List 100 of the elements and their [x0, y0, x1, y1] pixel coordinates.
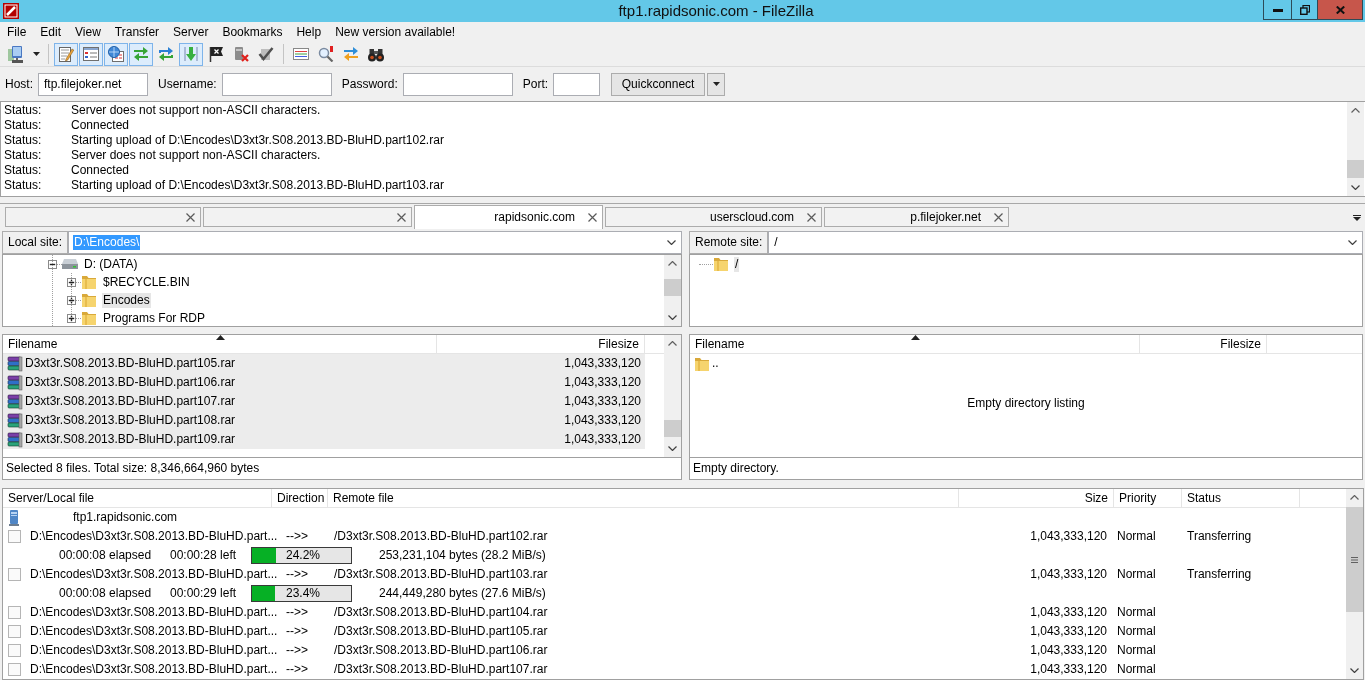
folder-icon [694, 355, 710, 372]
file-row[interactable]: D3xt3r.S08.2013.BD-BluHD.part108.rar 1,043,333,120 [3, 411, 645, 430]
site-tab[interactable]: rapidsonic.com [414, 205, 603, 229]
host-field[interactable]: ftp.filejoker.net [38, 72, 148, 96]
restore-button[interactable] [1291, 0, 1317, 20]
file-name: .. [712, 356, 719, 371]
scrollbar-thumb[interactable] [1346, 507, 1363, 612]
column-header[interactable]: Server/Local file [3, 489, 272, 507]
vertical-scrollbar[interactable] [664, 255, 681, 326]
port-field[interactable] [553, 72, 601, 96]
file-row[interactable]: D3xt3r.S08.2013.BD-BluHD.part105.rar 1,043,333,120 [3, 354, 645, 373]
file-name: D3xt3r.S08.2013.BD-BluHD.part106.rar [25, 375, 236, 390]
restore-icon [1299, 4, 1310, 15]
close-icon[interactable] [397, 212, 406, 222]
time-left: 00:00:29 left [170, 586, 238, 601]
notepad-pencil-icon [58, 46, 74, 62]
magnifier-icon [318, 46, 334, 62]
close-icon[interactable] [994, 212, 1003, 222]
scroll-up-icon[interactable] [1351, 108, 1360, 113]
close-icon[interactable] [807, 212, 816, 222]
local-status-text: Selected 8 files. Total size: 8,346,664,960 bytes [2, 458, 682, 480]
menu-item[interactable]: Help [289, 22, 329, 42]
password-field[interactable] [402, 72, 513, 96]
priority: Normal [1116, 624, 1157, 639]
scroll-up-icon[interactable] [668, 261, 677, 266]
scroll-down-icon[interactable] [668, 446, 677, 451]
sort-ascending-icon [215, 335, 225, 340]
quickconnect-dropdown-button[interactable] [707, 72, 726, 96]
file-row[interactable]: .. [690, 354, 1267, 373]
chevron-down-icon[interactable] [667, 240, 676, 245]
file-size: 1,043,333,120 [563, 394, 642, 409]
priority: Normal [1116, 529, 1157, 544]
column-header[interactable]: Filename [3, 335, 437, 353]
scrollbar-thumb[interactable] [1347, 160, 1364, 178]
tree-item[interactable]: $RECYCLE.BIN [102, 274, 191, 290]
menu-item[interactable]: File [0, 22, 34, 42]
remote-status-text: Empty directory. [689, 458, 1363, 480]
scroll-down-icon[interactable] [1350, 668, 1359, 673]
expand-box-icon[interactable] [67, 295, 76, 305]
drive-icon [62, 259, 78, 269]
username-field[interactable] [221, 72, 332, 96]
transfer-status: Transferring [1186, 567, 1253, 582]
file-size: 1,043,333,120 [1029, 662, 1108, 677]
scroll-down-icon[interactable] [668, 315, 677, 320]
file-size: 1,043,333,120 [1029, 605, 1108, 620]
port-label: Port: [522, 76, 549, 92]
column-header[interactable]: Filename [690, 335, 1140, 353]
remote-file-path: /D3xt3r.S08.2013.BD-BluHD.part102.rar [333, 529, 549, 544]
menu-item[interactable]: Edit [33, 22, 69, 42]
elapsed-time: 00:00:08 elapsed [59, 548, 153, 563]
chevron-down-icon[interactable] [1348, 240, 1357, 245]
remote-site-field[interactable]: / [768, 231, 1363, 254]
menu-item[interactable]: Transfer [107, 22, 167, 42]
column-header[interactable]: Priority [1114, 489, 1182, 507]
close-icon[interactable] [186, 212, 195, 222]
expand-box-icon[interactable] [67, 277, 76, 287]
file-row[interactable]: D3xt3r.S08.2013.BD-BluHD.part106.rar 1,043,333,120 [3, 373, 645, 392]
books-stack-icon [7, 355, 23, 372]
column-header[interactable]: Remote file [328, 489, 959, 507]
site-tab[interactable]: userscloud.com [605, 207, 822, 227]
tree-item[interactable]: Programs For RDP [102, 310, 207, 326]
menu-item[interactable]: View [68, 22, 108, 42]
file-row[interactable]: D3xt3r.S08.2013.BD-BluHD.part109.rar 1,043,333,120 [3, 430, 645, 449]
sync-arrows-icon [343, 46, 359, 62]
menu-item[interactable]: Server [166, 22, 216, 42]
column-header[interactable]: Filesize [1140, 335, 1267, 353]
expand-box-icon[interactable] [67, 313, 76, 323]
vertical-scrollbar[interactable] [1347, 102, 1364, 196]
vertical-scrollbar[interactable] [664, 335, 681, 457]
scroll-down-icon[interactable] [1351, 185, 1360, 190]
scrollbar-thumb[interactable] [664, 279, 681, 296]
remote-file-path: /D3xt3r.S08.2013.BD-BluHD.part103.rar [333, 567, 549, 582]
down-arrow-icon [183, 46, 199, 62]
elapsed-time: 00:00:08 elapsed [59, 586, 153, 601]
column-header[interactable]: Filesize [437, 335, 645, 353]
column-header[interactable]: Status [1182, 489, 1300, 507]
quickconnect-button[interactable]: Quickconnect [611, 72, 706, 96]
tree-item[interactable]: D: (DATA) [83, 256, 139, 272]
empty-listing-message: Empty directory listing [967, 395, 1085, 411]
tree-item[interactable]: / [734, 256, 740, 272]
close-button[interactable] [1317, 0, 1363, 20]
tree-item[interactable]: Encodes [102, 292, 151, 308]
tab-list-caret-icon[interactable] [1353, 215, 1361, 221]
column-header[interactable]: Size [959, 489, 1114, 507]
local-file-path: D:\Encodes\D3xt3r.S08.2013.BD-BluHD.part... [30, 567, 279, 582]
file-row[interactable]: D3xt3r.S08.2013.BD-BluHD.part107.rar 1,043,333,120 [3, 392, 645, 411]
close-icon[interactable] [588, 213, 597, 222]
scroll-up-icon[interactable] [668, 341, 677, 346]
scroll-up-icon[interactable] [1350, 495, 1359, 500]
scrollbar-thumb[interactable] [664, 420, 681, 437]
vertical-scrollbar[interactable] [1346, 489, 1363, 679]
filter-list-icon [293, 46, 309, 62]
column-header[interactable]: Direction [272, 489, 328, 507]
site-tab[interactable]: p.filejoker.net [824, 207, 1009, 227]
log-label: Status: [4, 133, 43, 148]
collapse-box-icon[interactable] [48, 259, 57, 269]
menu-item[interactable]: New version available! [328, 22, 463, 42]
minimize-button[interactable] [1263, 0, 1291, 20]
local-file-path: D:\Encodes\D3xt3r.S08.2013.BD-BluHD.part... [30, 662, 279, 677]
menu-item[interactable]: Bookmarks [215, 22, 290, 42]
